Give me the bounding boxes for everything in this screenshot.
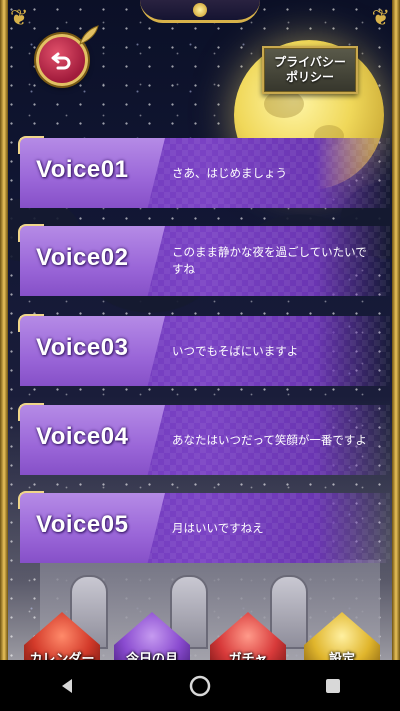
voice-text: いつでもそばにいますよ xyxy=(172,343,299,358)
voice-title: Voice01 xyxy=(36,156,129,183)
nav-recent-button[interactable] xyxy=(303,660,363,711)
gold-frame-right xyxy=(392,0,400,660)
ornament-icon xyxy=(18,403,44,421)
nav-back-button[interactable] xyxy=(37,660,97,711)
privacy-policy-button[interactable]: プライバシー ポリシー xyxy=(262,46,358,94)
voice-title: Voice02 xyxy=(36,244,129,271)
voice-text: このまま静かな夜を過ごしていたいですね xyxy=(172,245,367,276)
voice-item-02[interactable]: Voice02 このまま静かな夜を過ごしていたいですね xyxy=(18,224,390,296)
voice-text: さあ、はじめましょう xyxy=(172,165,287,180)
system-navigation-bar xyxy=(0,660,400,711)
voice-text: あなたはいつだって笑顔が一番ですよ xyxy=(172,432,367,447)
circle-home-icon xyxy=(189,675,211,696)
corner-flourish-icon: ❦ xyxy=(10,6,29,31)
voice-text: 月はいいですねえ xyxy=(172,520,264,535)
privacy-policy-label-line2: ポリシー xyxy=(285,70,334,84)
ornament-icon xyxy=(18,491,44,509)
gold-frame-left xyxy=(0,0,8,660)
voice-item-01[interactable]: Voice01 さあ、はじめましょう xyxy=(18,136,390,208)
gold-leaf-icon xyxy=(79,25,99,45)
voice-title: Voice04 xyxy=(36,423,129,450)
voice-title: Voice03 xyxy=(36,334,129,361)
voice-item-05[interactable]: Voice05 月はいいですねえ xyxy=(18,491,390,563)
square-recent-icon xyxy=(326,678,341,693)
privacy-policy-label-line1: プライバシー xyxy=(274,55,346,69)
corner-flourish-icon: ❦ xyxy=(371,6,390,31)
voice-item-03[interactable]: Voice03 いつでもそばにいますよ xyxy=(18,314,390,386)
voice-title: Voice05 xyxy=(36,511,129,538)
nav-home-button[interactable] xyxy=(170,660,230,711)
back-arrow-icon xyxy=(51,52,71,70)
voice-item-04[interactable]: Voice04 あなたはいつだって笑顔が一番ですよ xyxy=(18,403,390,475)
ornament-icon xyxy=(18,136,44,154)
ornament-icon xyxy=(18,224,44,242)
ornament-icon xyxy=(18,314,44,332)
triangle-back-icon xyxy=(61,678,72,693)
top-ornament xyxy=(140,0,260,23)
